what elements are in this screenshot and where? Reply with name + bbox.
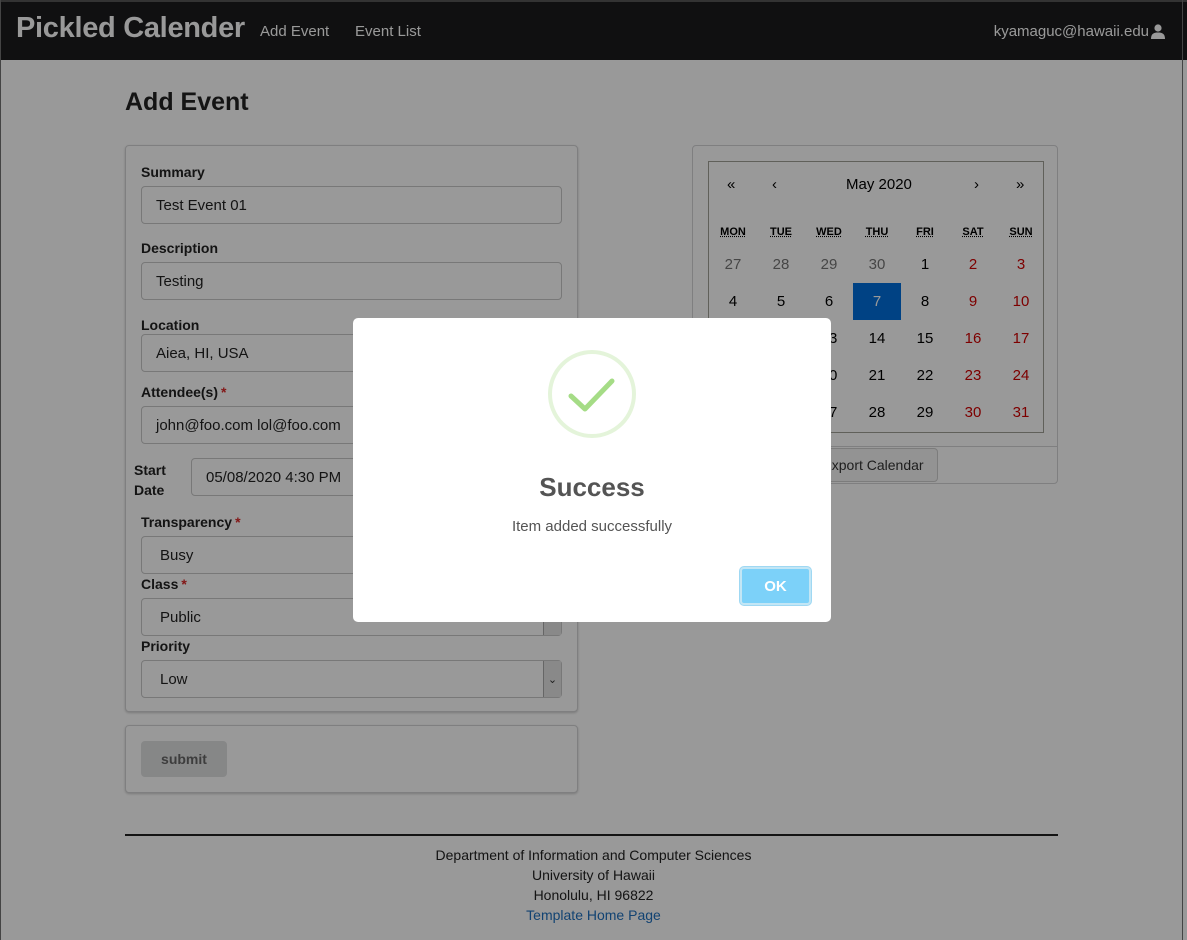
success-check-icon (548, 350, 636, 438)
checkmark-icon (568, 378, 615, 412)
dialog-message: Item added successfully (511, 518, 673, 535)
dialog-title: Success (539, 472, 645, 502)
window-border (1182, 0, 1183, 940)
success-dialog: Success Item added successfully OK (353, 318, 831, 622)
ok-button[interactable]: OK (740, 567, 811, 605)
window-border (0, 0, 1, 940)
